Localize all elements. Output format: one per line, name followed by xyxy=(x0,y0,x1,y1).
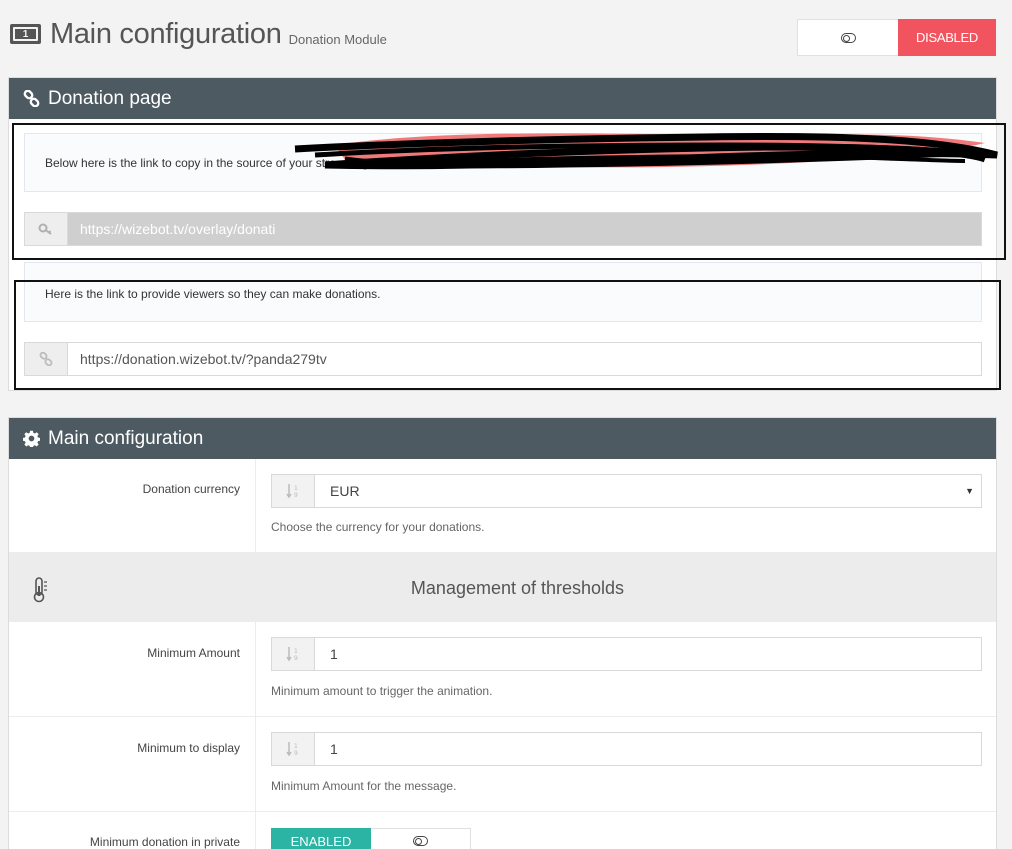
overlay-info-box: Below here is the link to copy in the so… xyxy=(24,133,982,192)
svg-text:9: 9 xyxy=(294,492,298,499)
min-amount-label: Minimum Amount xyxy=(9,622,256,716)
viewer-url-field[interactable]: https://donation.wizebot.tv/?panda279tv xyxy=(24,342,982,376)
thresholds-title: Management of thresholds xyxy=(410,578,625,598)
min-display-label: Minimum to display xyxy=(9,717,256,811)
viewer-info-box: Here is the link to provide viewers so t… xyxy=(24,262,982,322)
min-display-input[interactable]: 19 1 xyxy=(271,732,982,766)
module-status-toggle[interactable]: DISABLED xyxy=(797,19,996,56)
thresholds-section-header: Management of thresholds xyxy=(9,553,996,622)
min-private-label: Minimum donation in private xyxy=(9,812,256,849)
min-amount-input[interactable]: 19 1 xyxy=(271,637,982,671)
svg-text:1: 1 xyxy=(294,485,298,492)
currency-label: Donation currency xyxy=(9,459,256,552)
min-private-toggle[interactable]: ENABLED xyxy=(271,828,471,849)
currency-row: Donation currency 19 EUR ▼ Choose the cu… xyxy=(9,459,996,553)
min-display-help: Minimum Amount for the message. xyxy=(271,779,457,793)
panel-header: Donation page xyxy=(9,78,996,119)
donation-page-panel: Donation page Below here is the link to … xyxy=(8,77,997,391)
toggle-icon xyxy=(413,836,428,846)
currency-help: Choose the currency for your donations. xyxy=(271,520,485,534)
overlay-url-value[interactable]: https://wizebot.tv/overlay/donati xyxy=(68,213,981,245)
min-amount-help: Minimum amount to trigger the animation. xyxy=(271,684,493,698)
sort-numeric-icon: 19 xyxy=(272,733,315,765)
toggle-icon xyxy=(840,32,856,43)
toggle-switch-part[interactable] xyxy=(797,19,898,56)
svg-text:9: 9 xyxy=(294,750,298,757)
currency-value[interactable]: EUR xyxy=(315,475,981,507)
min-amount-value[interactable]: 1 xyxy=(315,638,981,670)
panel-header: Main configuration xyxy=(9,418,996,459)
sort-numeric-icon: 19 xyxy=(272,638,315,670)
svg-text:9: 9 xyxy=(294,655,298,662)
min-display-value[interactable]: 1 xyxy=(315,733,981,765)
viewer-url-value[interactable]: https://donation.wizebot.tv/?panda279tv xyxy=(68,343,981,375)
sort-numeric-icon: 19 xyxy=(272,475,315,507)
money-bill-icon: 1 xyxy=(10,24,41,44)
svg-text:1: 1 xyxy=(294,743,298,750)
enabled-state-label[interactable]: ENABLED xyxy=(271,828,371,849)
main-configuration-panel: Main configuration Donation currency 19 … xyxy=(8,417,997,849)
page-header: 1 Main configuration Donation Module xyxy=(10,14,387,54)
key-icon xyxy=(25,213,68,245)
min-private-row: Minimum donation in private xyxy=(9,812,996,849)
overlay-url-field[interactable]: https://wizebot.tv/overlay/donati xyxy=(24,212,982,246)
panel-title: Main configuration xyxy=(48,427,204,449)
panel-title: Donation page xyxy=(48,87,172,109)
link-icon xyxy=(25,343,68,375)
min-display-row: Minimum to display 19 1 Minimum Amount f… xyxy=(9,717,996,812)
page-subtitle: Donation Module xyxy=(288,31,387,47)
toggle-switch-part[interactable] xyxy=(371,828,471,849)
disabled-state-label[interactable]: DISABLED xyxy=(898,19,996,56)
page-title: Main configuration xyxy=(50,17,282,50)
min-amount-row: Minimum Amount 19 1 Minimum amount to tr… xyxy=(9,622,996,717)
currency-select[interactable]: 19 EUR ▼ xyxy=(271,474,982,508)
gear-icon xyxy=(22,430,40,448)
svg-text:1: 1 xyxy=(294,648,298,655)
link-icon xyxy=(22,90,40,108)
chevron-down-icon: ▼ xyxy=(965,486,974,496)
